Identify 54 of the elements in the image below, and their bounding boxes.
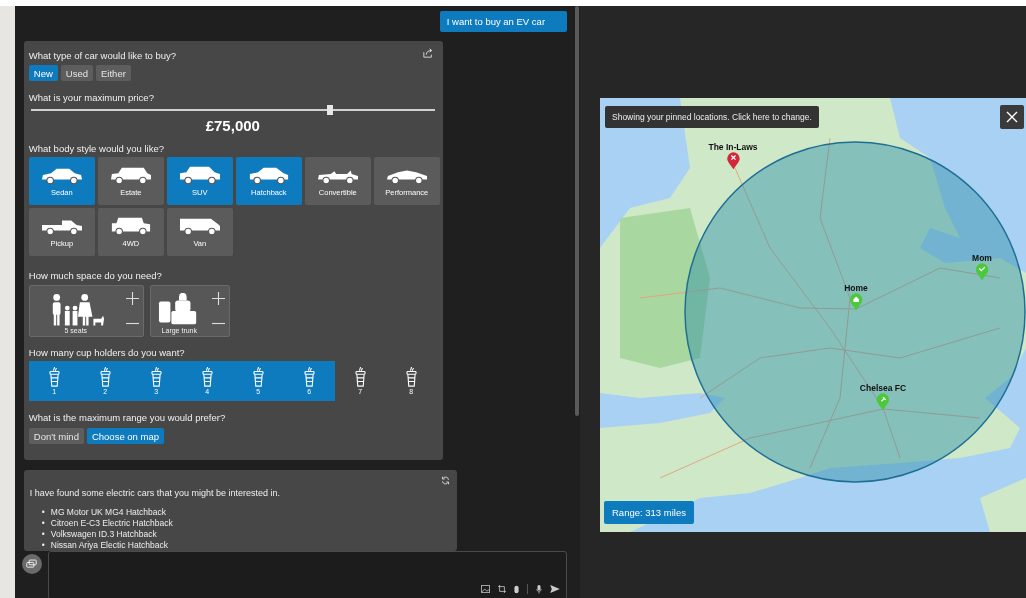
car-result-item: MG Motor UK MG4 Hatchback (50, 507, 167, 518)
question-label: What is the maximum range you would prefer? (28, 412, 227, 424)
cup-icon (99, 367, 111, 387)
cup-icon (48, 367, 60, 387)
cup-icon (354, 367, 366, 387)
bullet-mark: • (41, 507, 45, 518)
result-text: I have found some electric cars that you might be interested in. (29, 488, 281, 498)
price-slider-thumb[interactable] (326, 105, 333, 115)
question-label: How much space do you need? (28, 270, 163, 282)
scrollbar-thumb[interactable] (575, 6, 580, 416)
pin-label: The In-Laws (708, 142, 758, 152)
bullet-mark: • (41, 529, 45, 540)
question-label: What is your maximum price? (28, 92, 155, 104)
bullet-mark: • (41, 518, 45, 529)
plus-icon[interactable] (125, 292, 139, 305)
option-button[interactable]: Used (60, 65, 93, 81)
option-button[interactable]: New (28, 65, 58, 81)
pin-label: Home (844, 283, 868, 293)
crop-icon[interactable] (498, 585, 507, 593)
close-icon[interactable] (1000, 105, 1024, 129)
image-icon[interactable] (481, 585, 491, 593)
range-button[interactable]: Range: 313 miles (604, 501, 694, 524)
message-input-field[interactable] (47, 551, 568, 598)
send-icon[interactable] (550, 585, 561, 593)
car-icon (177, 165, 222, 185)
option-button[interactable]: Choose on map (86, 428, 164, 444)
plus-icon[interactable] (211, 292, 225, 305)
chat-icon (26, 559, 38, 569)
refresh-icon[interactable] (440, 476, 450, 485)
cup-icon (303, 367, 315, 387)
user-message: I want to buy an EV car (439, 11, 568, 32)
pinned-locations-notice[interactable]: Showing your pinned locations. Click here to change. (605, 106, 819, 128)
question-label: What type of car would like to buy? (28, 50, 178, 62)
pin-label: Chelsea FC (859, 383, 907, 393)
bullet-mark: • (41, 540, 45, 551)
question-label: How many cup holders do you want? (28, 347, 186, 359)
cup-icon (150, 367, 162, 387)
cup-icon (201, 367, 213, 387)
car-icon (108, 165, 153, 185)
car-result-item: Volkswagen ID.3 Hatchback (50, 529, 157, 540)
car-result-item: Nissan Ariya Electic Hatchback (50, 540, 168, 551)
cup-icon (405, 367, 417, 387)
pin-label: Mom (972, 253, 992, 263)
car-icon (177, 216, 222, 236)
option-button[interactable]: Don't mind (28, 428, 84, 444)
price-value: £75,000 (204, 117, 261, 134)
cup-icon (252, 367, 264, 387)
question-label: What body style would you like? (28, 143, 165, 155)
option-button[interactable]: Either (96, 65, 131, 81)
map-pin-icon[interactable] (726, 152, 740, 170)
car-result-item: Citroen E-C3 Electric Hatchback (50, 518, 173, 529)
share-icon[interactable] (422, 48, 433, 58)
map-pin-icon[interactable] (849, 293, 863, 311)
microphone-icon[interactable] (536, 584, 543, 594)
